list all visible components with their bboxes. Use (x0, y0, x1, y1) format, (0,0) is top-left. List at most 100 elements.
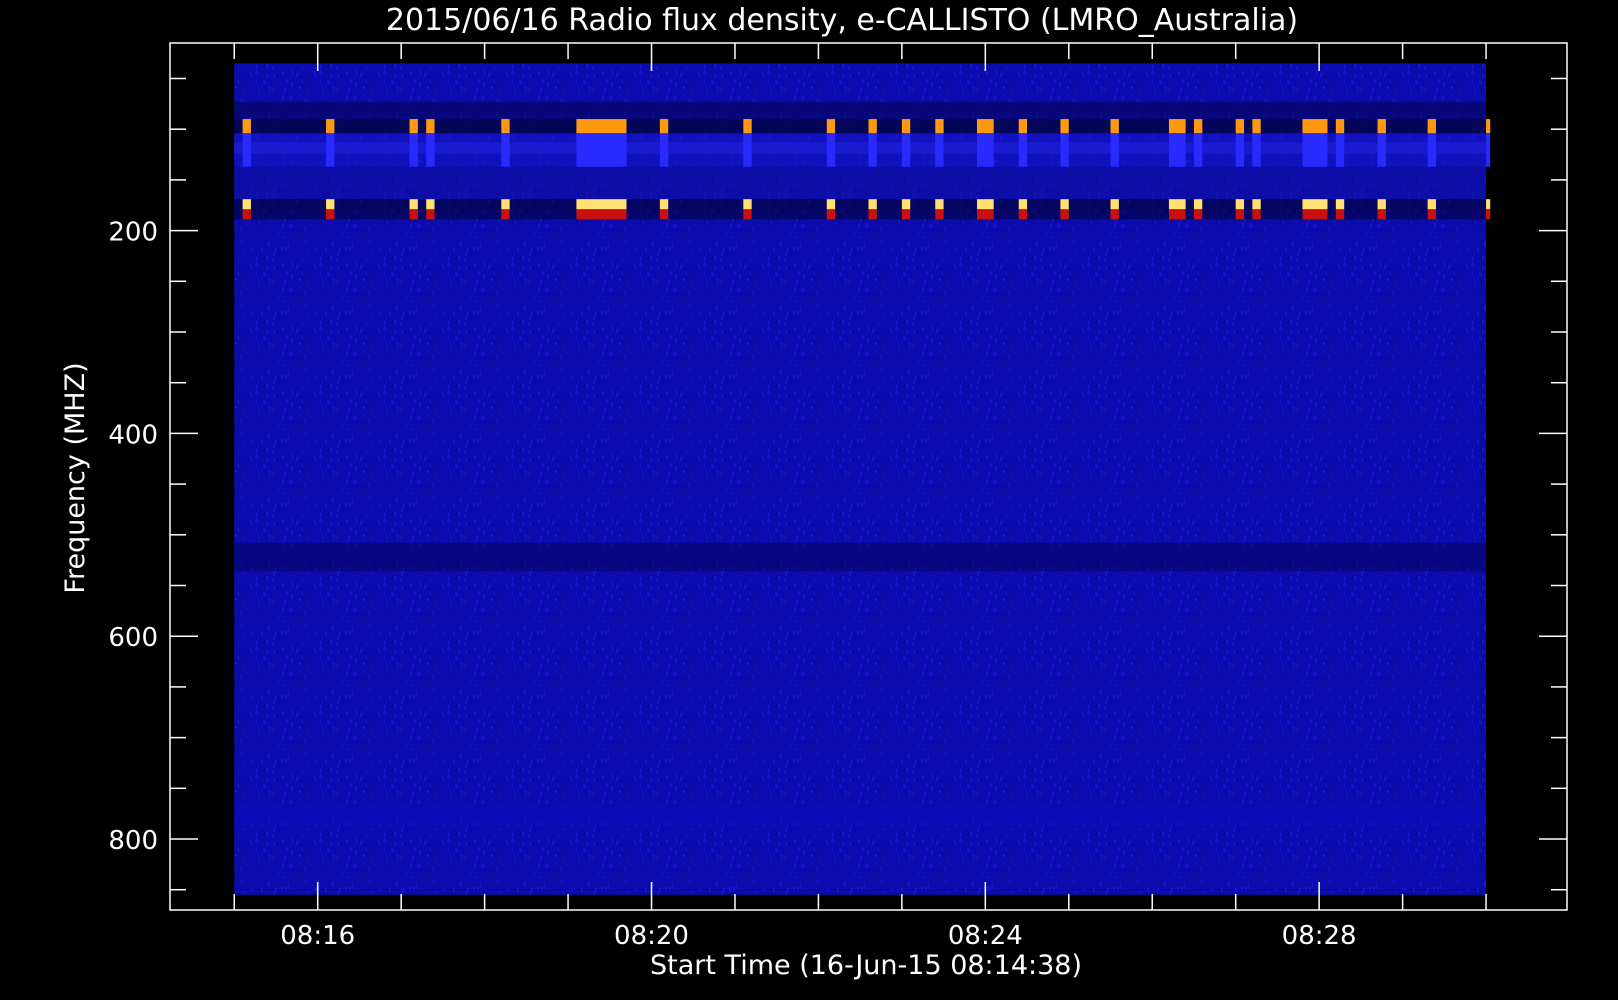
rfi-burst-hot (976, 119, 994, 134)
rfi-burst-low (409, 209, 418, 220)
rfi-burst-low (1302, 209, 1328, 220)
rfi-burst-mid (576, 133, 627, 167)
rfi-burst-mid (326, 133, 335, 167)
rfi-burst-mid (1335, 133, 1345, 167)
rfi-burst-mid (1110, 133, 1119, 167)
interference-band (234, 542, 1487, 572)
rfi-burst-low (1110, 209, 1119, 220)
rfi-burst-low (242, 209, 251, 220)
rfi-burst-mid (901, 133, 911, 167)
y-axis-label: Frequency (MHZ) (60, 362, 91, 593)
rfi-burst-low (1335, 209, 1345, 220)
rfi-burst-hot (409, 119, 418, 134)
rfi-burst-band (659, 199, 669, 210)
rfi-burst-band (576, 199, 627, 210)
rfi-burst-low (901, 209, 911, 220)
y-tick-label: 400 (108, 420, 158, 450)
rfi-burst-band (1018, 199, 1028, 210)
rfi-burst-hot (1110, 119, 1119, 134)
chart-title: 2015/06/16 Radio flux density, e-CALLIST… (386, 3, 1298, 38)
rfi-burst-band (1235, 199, 1245, 210)
rfi-burst-hot (935, 119, 944, 134)
rfi-burst-mid (976, 133, 994, 167)
rfi-burst-hot (1377, 119, 1386, 134)
rfi-burst-low (1486, 209, 1491, 220)
rfi-burst-low (426, 209, 435, 220)
rfi-burst-hot (659, 119, 669, 134)
rfi-burst-mid (1060, 133, 1069, 167)
rfi-burst-low (1377, 209, 1386, 220)
x-tick-label: 08:28 (1282, 921, 1357, 951)
rfi-burst-band (409, 199, 418, 210)
interference-band (234, 804, 1487, 827)
rfi-burst-mid (1302, 133, 1328, 167)
rfi-burst-band (1335, 199, 1345, 210)
rfi-burst-low (576, 209, 627, 220)
rfi-burst-hot (1168, 119, 1186, 134)
rfi-burst-low (659, 209, 669, 220)
rfi-burst-hot (576, 119, 627, 134)
y-tick-label: 200 (108, 218, 158, 248)
plot-area (234, 63, 1491, 895)
rfi-burst-band (326, 199, 335, 210)
interference-band (234, 199, 1487, 210)
rfi-burst-hot (1018, 119, 1028, 134)
rfi-burst-band (1060, 199, 1069, 210)
rfi-burst-mid (1486, 133, 1491, 167)
rfi-burst-low (326, 209, 335, 220)
spectrogram-chart: 2015/06/16 Radio flux density, e-CALLIST… (0, 0, 1618, 1000)
rfi-burst-hot (1486, 119, 1491, 134)
rfi-burst-mid (935, 133, 944, 167)
rfi-burst-hot (1252, 119, 1261, 134)
rfi-burst-low (1060, 209, 1069, 220)
rfi-burst-hot (1193, 119, 1203, 134)
rfi-burst-band (1193, 199, 1203, 210)
rfi-burst-mid (1377, 133, 1386, 167)
rfi-burst-band (935, 199, 944, 210)
rfi-burst-hot (1427, 119, 1436, 134)
rfi-burst-band (242, 199, 251, 210)
rfi-burst-mid (826, 133, 836, 167)
rfi-burst-hot (901, 119, 911, 134)
rfi-burst-hot (501, 119, 510, 134)
rfi-burst-hot (426, 119, 435, 134)
rfi-burst-mid (743, 133, 752, 167)
rfi-burst-low (1252, 209, 1261, 220)
interference-band (234, 119, 1487, 134)
x-tick-label: 08:24 (948, 921, 1023, 951)
rfi-burst-low (826, 209, 836, 220)
rfi-burst-low (743, 209, 752, 220)
rfi-burst-low (1193, 209, 1203, 220)
rfi-burst-mid (501, 133, 510, 167)
rfi-burst-mid (1018, 133, 1028, 167)
rfi-burst-hot (1302, 119, 1328, 134)
rfi-burst-mid (242, 133, 251, 167)
y-tick-label: 800 (108, 826, 158, 856)
interference-band (234, 142, 1487, 154)
rfi-burst-hot (868, 119, 877, 134)
rfi-burst-mid (1168, 133, 1186, 167)
rfi-burst-hot (242, 119, 251, 134)
rfi-burst-low (501, 209, 510, 220)
rfi-burst-hot (743, 119, 752, 134)
rfi-burst-band (868, 199, 877, 210)
interference-band (234, 166, 1487, 200)
rfi-burst-band (1377, 199, 1386, 210)
rfi-burst-low (868, 209, 877, 220)
rfi-burst-band (901, 199, 911, 210)
y-tick-label: 600 (108, 623, 158, 653)
interference-band (234, 209, 1487, 220)
rfi-burst-mid (1193, 133, 1203, 167)
rfi-burst-mid (1235, 133, 1245, 167)
rfi-burst-hot (1335, 119, 1345, 134)
rfi-burst-low (1018, 209, 1028, 220)
x-tick-label: 08:16 (280, 921, 355, 951)
rfi-burst-hot (1060, 119, 1069, 134)
rfi-burst-band (1252, 199, 1261, 210)
rfi-burst-mid (659, 133, 669, 167)
rfi-burst-band (1110, 199, 1119, 210)
rfi-burst-band (1427, 199, 1436, 210)
rfi-burst-band (426, 199, 435, 210)
rfi-burst-hot (826, 119, 836, 134)
rfi-burst-low (1168, 209, 1186, 220)
